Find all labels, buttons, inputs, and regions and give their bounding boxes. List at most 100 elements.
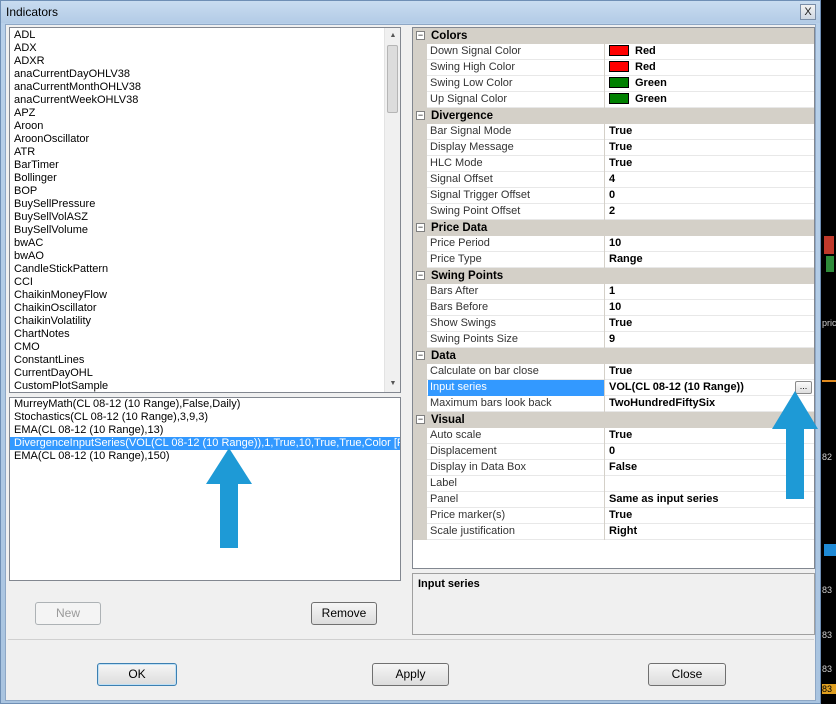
property-row[interactable]: Scale justification Right xyxy=(413,524,814,540)
property-name[interactable]: Price marker(s) xyxy=(428,508,605,524)
property-name[interactable]: Swing High Color xyxy=(428,60,605,76)
property-value[interactable]: 4 xyxy=(606,172,814,188)
property-grid[interactable]: − Colors Down Signal Color Red Swing High Co… xyxy=(412,27,815,569)
applied-indicator-item[interactable]: EMA(CL 08-12 (10 Range),13) xyxy=(10,424,400,437)
collapse-icon[interactable]: − xyxy=(416,271,425,280)
property-row[interactable]: Displacement 0 xyxy=(413,444,814,460)
property-name[interactable]: Down Signal Color xyxy=(428,44,605,60)
property-row[interactable]: Display in Data Box False xyxy=(413,460,814,476)
property-row[interactable]: Display Message True xyxy=(413,140,814,156)
property-value[interactable]: Right xyxy=(606,524,814,540)
list-item[interactable]: BOP xyxy=(10,185,386,198)
list-item[interactable]: CurrentDayOHL xyxy=(10,367,386,380)
property-name[interactable]: Displacement xyxy=(428,444,605,460)
property-name[interactable]: Bars After xyxy=(428,284,605,300)
property-row[interactable]: Signal Trigger Offset 0 xyxy=(413,188,814,204)
list-item[interactable]: CandleStickPattern xyxy=(10,263,386,276)
property-row[interactable]: Swing Points Size 9 xyxy=(413,332,814,348)
property-name[interactable]: Panel xyxy=(428,492,605,508)
property-row[interactable]: Swing Point Offset 2 xyxy=(413,204,814,220)
property-name[interactable]: Calculate on bar close xyxy=(428,364,605,380)
list-item[interactable]: ChaikinVolatility xyxy=(10,315,386,328)
property-name[interactable]: Swing Points Size xyxy=(428,332,605,348)
scroll-down-icon[interactable]: ▼ xyxy=(385,376,400,392)
property-name[interactable]: Label xyxy=(428,476,605,492)
property-value[interactable]: Red xyxy=(606,44,814,60)
close-icon[interactable]: X xyxy=(800,4,816,20)
property-row[interactable]: Bars Before 10 xyxy=(413,300,814,316)
property-row[interactable]: Down Signal Color Red xyxy=(413,44,814,60)
list-item[interactable]: bwAO xyxy=(10,250,386,263)
remove-button[interactable]: Remove xyxy=(311,602,377,625)
list-item[interactable]: ATR xyxy=(10,146,386,159)
property-value[interactable]: 10 xyxy=(606,236,814,252)
list-item[interactable]: ChaikinMoneyFlow xyxy=(10,289,386,302)
property-row[interactable]: Swing Low Color Green xyxy=(413,76,814,92)
list-item[interactable]: BuySellPressure xyxy=(10,198,386,211)
list-item[interactable]: ADX xyxy=(10,42,386,55)
ok-button[interactable]: OK xyxy=(97,663,177,686)
property-name[interactable]: Signal Trigger Offset xyxy=(428,188,605,204)
property-row[interactable]: Auto scale True xyxy=(413,428,814,444)
new-button[interactable]: New xyxy=(35,602,101,625)
property-name[interactable]: Price Period xyxy=(428,236,605,252)
property-value[interactable]: 1 xyxy=(606,284,814,300)
property-name[interactable]: Maximum bars look back xyxy=(428,396,605,412)
list-item[interactable]: CustomPlotSample xyxy=(10,380,386,392)
collapse-icon[interactable]: − xyxy=(416,351,425,360)
list-item[interactable]: ADL xyxy=(10,29,386,42)
property-value[interactable]: Green xyxy=(606,76,814,92)
list-item[interactable]: anaCurrentDayOHLV38 xyxy=(10,68,386,81)
property-name[interactable]: Swing Point Offset xyxy=(428,204,605,220)
apply-button[interactable]: Apply xyxy=(372,663,449,686)
collapse-icon[interactable]: − xyxy=(416,31,425,40)
property-name[interactable]: HLC Mode xyxy=(428,156,605,172)
property-value[interactable]: 9 xyxy=(606,332,814,348)
property-row[interactable]: Input series VOL(CL 08-12 (10 Range))... xyxy=(413,380,814,396)
property-name[interactable]: Show Swings xyxy=(428,316,605,332)
property-value[interactable]: 10 xyxy=(606,300,814,316)
list-item[interactable]: CCI xyxy=(10,276,386,289)
property-row[interactable]: Price Type Range xyxy=(413,252,814,268)
applied-indicator-item[interactable]: EMA(CL 08-12 (10 Range),150) xyxy=(10,450,400,463)
property-name[interactable]: Swing Low Color xyxy=(428,76,605,92)
property-row[interactable]: Calculate on bar close True xyxy=(413,364,814,380)
applied-indicators-list[interactable]: MurreyMath(CL 08-12 (10 Range),False,Dai… xyxy=(9,397,401,581)
title-bar[interactable]: Indicators X xyxy=(1,1,820,23)
collapse-icon[interactable]: − xyxy=(416,415,425,424)
collapse-icon[interactable]: − xyxy=(416,223,425,232)
property-value[interactable]: True xyxy=(606,508,814,524)
applied-indicator-item[interactable]: Stochastics(CL 08-12 (10 Range),3,9,3) xyxy=(10,411,400,424)
list-item[interactable]: BuySellVolume xyxy=(10,224,386,237)
indicator-list-scrollbar[interactable]: ▲ ▼ xyxy=(384,28,400,392)
list-item[interactable]: BarTimer xyxy=(10,159,386,172)
close-button[interactable]: Close xyxy=(648,663,726,686)
property-row[interactable]: Panel Same as input series xyxy=(413,492,814,508)
property-value[interactable]: True xyxy=(606,140,814,156)
list-item[interactable]: BuySellVolASZ xyxy=(10,211,386,224)
property-row[interactable]: HLC Mode True xyxy=(413,156,814,172)
list-item[interactable]: CMO xyxy=(10,341,386,354)
property-row[interactable]: Up Signal Color Green xyxy=(413,92,814,108)
list-item[interactable]: anaCurrentWeekOHLV38 xyxy=(10,94,386,107)
property-name[interactable]: Display Message xyxy=(428,140,605,156)
collapse-icon[interactable]: − xyxy=(416,111,425,120)
property-name[interactable]: Price Type xyxy=(428,252,605,268)
property-name[interactable]: Bar Signal Mode xyxy=(428,124,605,140)
property-row[interactable]: Bar Signal Mode True xyxy=(413,124,814,140)
list-item[interactable]: AroonOscillator xyxy=(10,133,386,146)
scroll-thumb[interactable] xyxy=(387,45,398,113)
property-row[interactable]: Price Period 10 xyxy=(413,236,814,252)
property-value[interactable]: True xyxy=(606,156,814,172)
property-row[interactable]: Price marker(s) True xyxy=(413,508,814,524)
property-value[interactable]: 2 xyxy=(606,204,814,220)
property-name[interactable]: Auto scale xyxy=(428,428,605,444)
property-name[interactable]: Input series xyxy=(428,380,605,396)
list-item[interactable]: anaCurrentMonthOHLV38 xyxy=(10,81,386,94)
applied-indicator-item[interactable]: DivergenceInputSeries(VOL(CL 08-12 (10 R… xyxy=(10,437,400,450)
list-item[interactable]: ConstantLines xyxy=(10,354,386,367)
property-value[interactable]: True xyxy=(606,316,814,332)
property-name[interactable]: Bars Before xyxy=(428,300,605,316)
property-value[interactable]: 0 xyxy=(606,188,814,204)
property-row[interactable]: Maximum bars look back TwoHundredFiftySix xyxy=(413,396,814,412)
